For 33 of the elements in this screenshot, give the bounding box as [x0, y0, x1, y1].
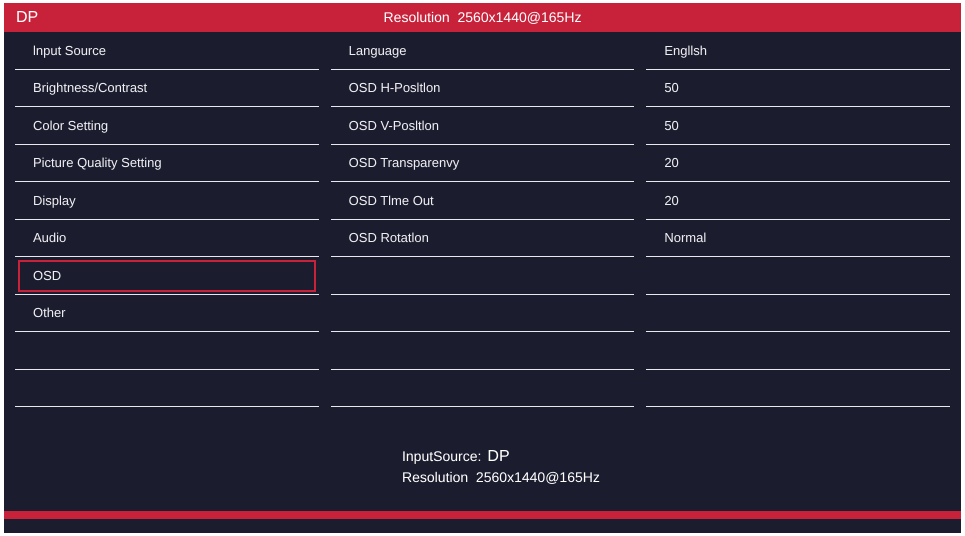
- menu-item[interactable]: Brightness/Contrast: [33, 78, 148, 98]
- setting-value: 50: [664, 79, 679, 97]
- menu-row[interactable]: OSD: [15, 257, 319, 294]
- menu-item[interactable]: Color Setting: [33, 116, 108, 135]
- resolution-text: Resolution 2560x1440@165Hz: [402, 468, 601, 486]
- setting-label: OSD Tlme Out: [348, 192, 434, 210]
- menu-row[interactable]: Other: [15, 294, 319, 332]
- menu-item[interactable]: lnput Source: [33, 40, 106, 60]
- setting-value: Engllsh: [664, 42, 707, 60]
- input-source-label: InputSource:: [402, 446, 482, 466]
- resolution-text: Resolution 2560x1440@165Hz: [384, 8, 582, 27]
- menu-item[interactable]: OSD: [33, 266, 62, 285]
- setting-value: Normal: [664, 229, 706, 247]
- setting-label: OSD Transparenvy: [348, 154, 460, 172]
- input-source-value: DP: [487, 446, 510, 466]
- setting-label: OSD H-Posltlon: [348, 79, 440, 97]
- menu-item[interactable]: Picture Quality Setting: [33, 153, 162, 172]
- menu-row[interactable]: Audio: [15, 220, 319, 257]
- menu-item[interactable]: Audio: [33, 228, 66, 248]
- menu-row[interactable]: Color Setting: [15, 107, 319, 144]
- menu-row[interactable]: Brightness/Contrast: [15, 70, 319, 107]
- setting-label: OSD Rotatlon: [348, 229, 429, 247]
- setting-label: Language: [348, 42, 406, 60]
- setting-label: OSD V-Posltlon: [348, 116, 439, 134]
- menu-item[interactable]: Other: [33, 303, 66, 322]
- setting-value: 20: [664, 192, 679, 210]
- menu-row[interactable]: lnput Source: [15, 32, 319, 70]
- menu-row[interactable]: Picture Quality Setting: [15, 144, 319, 182]
- menu-item[interactable]: Display: [33, 190, 76, 210]
- input-source-label: DP: [16, 8, 38, 28]
- setting-value: 20: [664, 154, 679, 172]
- menu-row[interactable]: Display: [15, 182, 319, 220]
- setting-value: 50: [664, 116, 679, 134]
